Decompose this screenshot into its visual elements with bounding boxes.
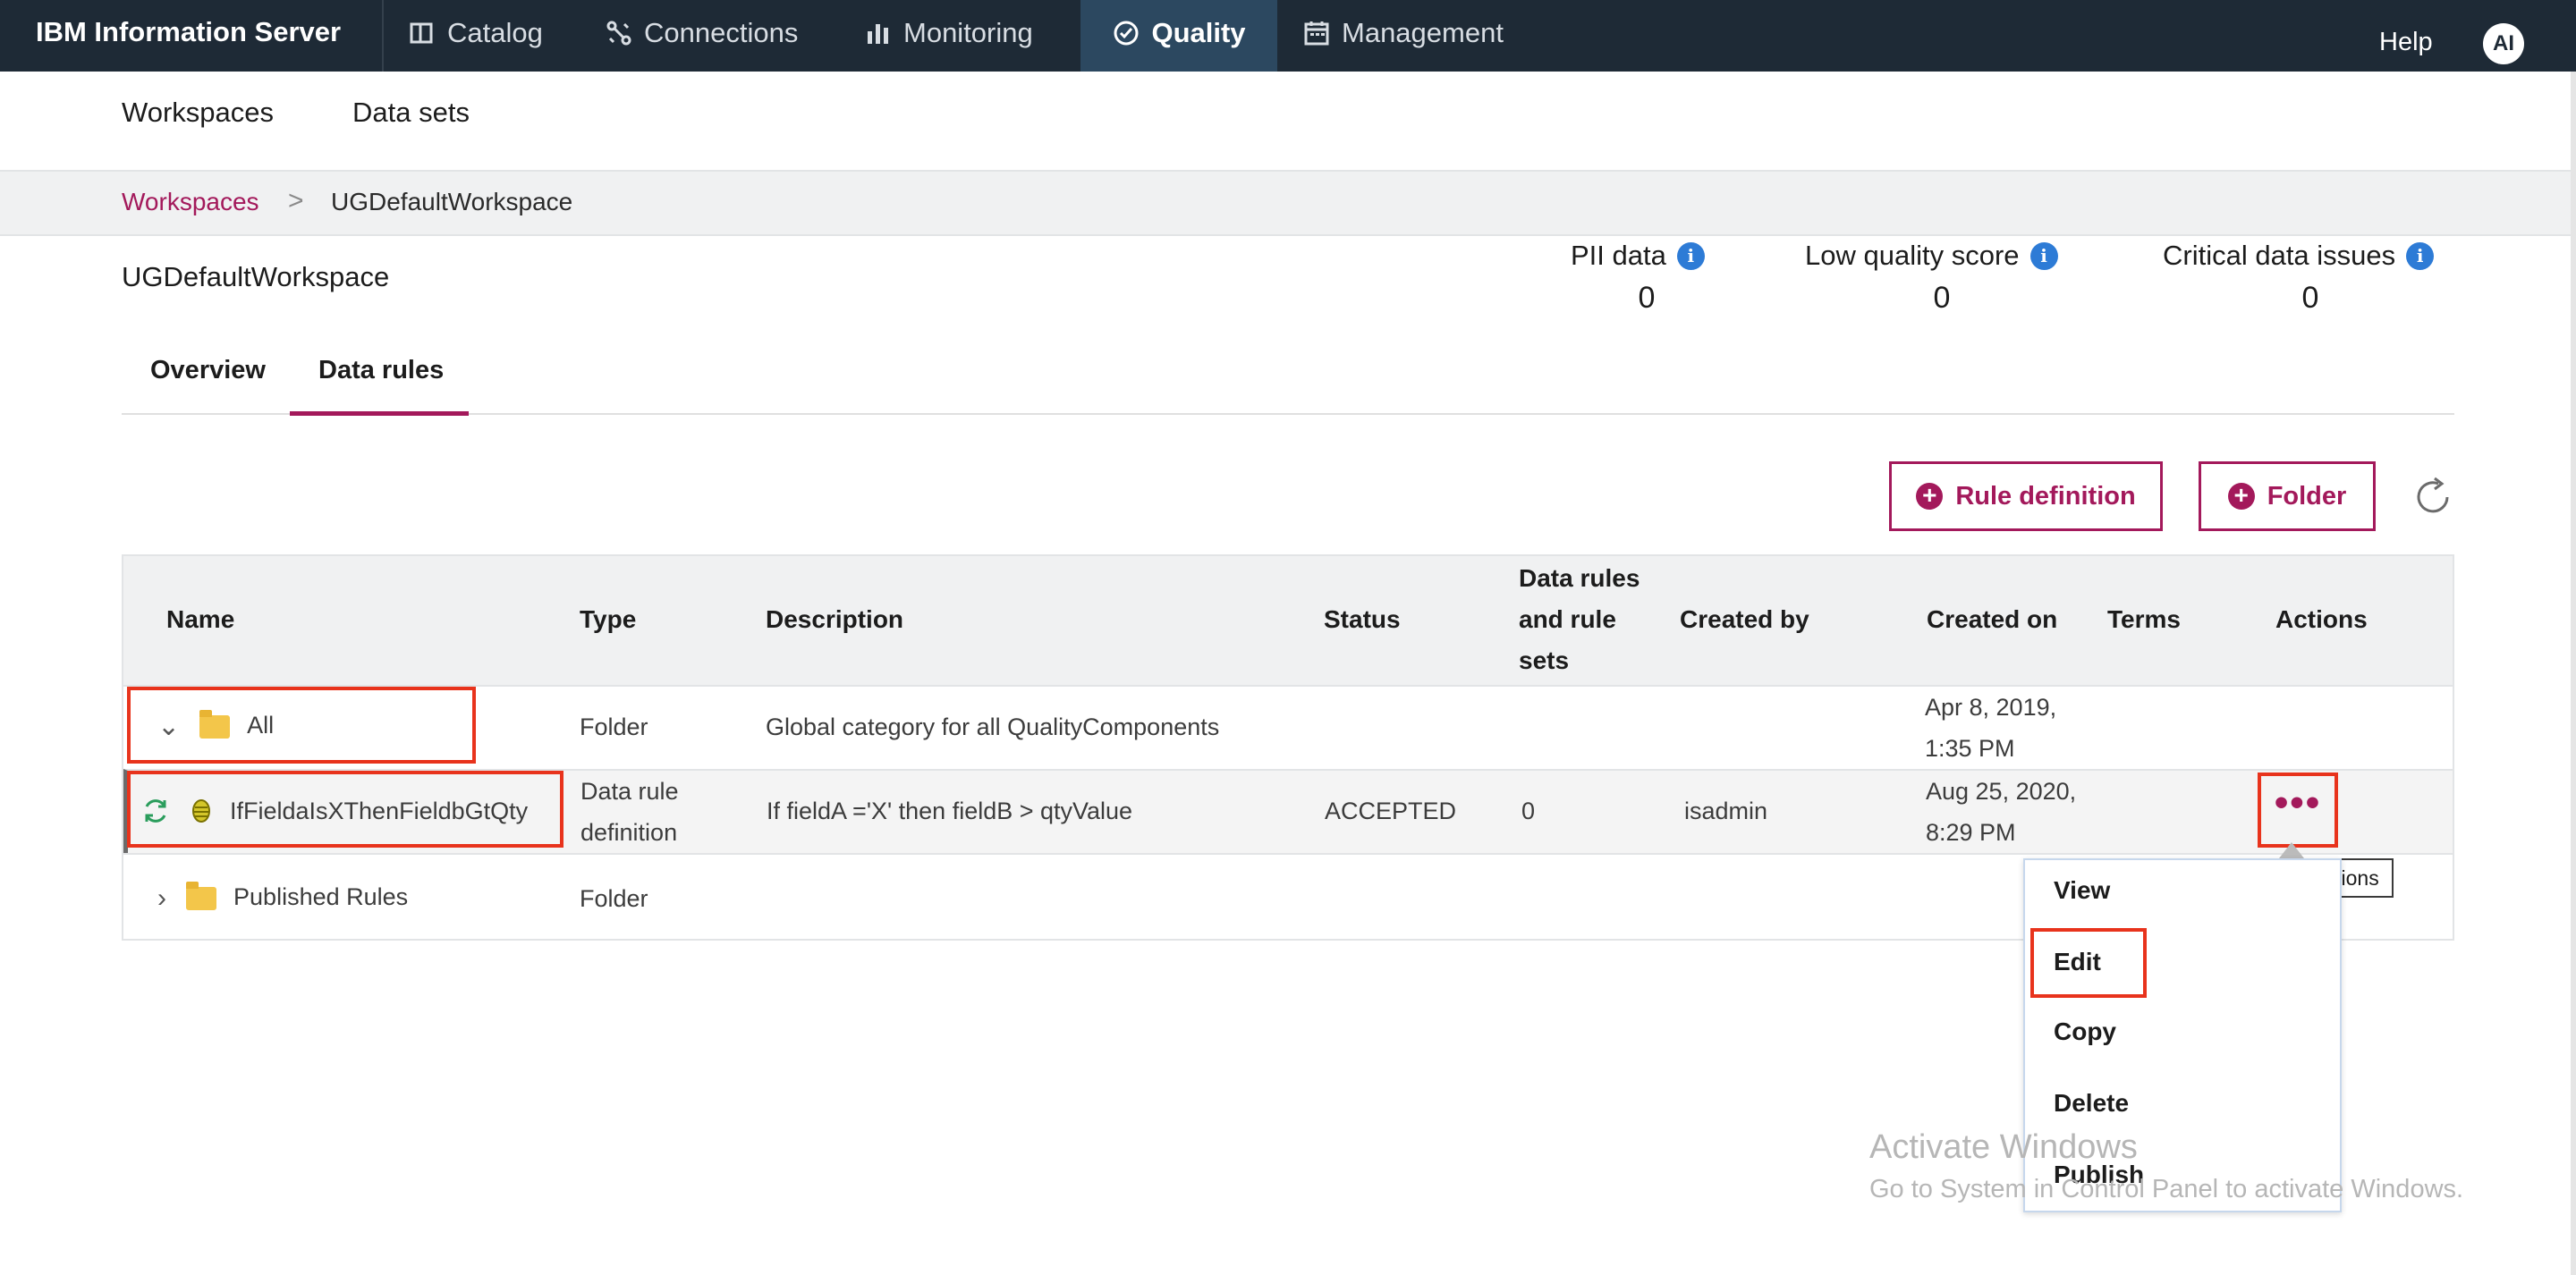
breadcrumb-current: UGDefaultWorkspace	[331, 188, 573, 215]
menu-item-delete[interactable]: Delete	[2054, 1089, 2129, 1118]
row-created-on-date: Aug 25, 2020,	[1926, 778, 2077, 805]
top-navigation-bar: IBM Information Server Catalog Connectio…	[0, 0, 2576, 72]
user-avatar[interactable]: AI	[2483, 23, 2524, 64]
product-name[interactable]: IBM Information Server	[36, 0, 341, 72]
help-link[interactable]: Help	[2379, 0, 2433, 72]
calendar-icon	[1304, 21, 1329, 46]
activate-windows-text: Go to System in Control Panel to activat…	[1869, 1175, 2464, 1203]
menu-item-copy[interactable]: Copy	[2054, 1017, 2116, 1046]
row-name: Published Rules	[233, 883, 409, 910]
folder-icon	[185, 881, 216, 910]
nav-connections-label: Connections	[644, 17, 799, 48]
tabs-divider	[122, 413, 2454, 415]
row-created-on-date: Apr 8, 2019,	[1925, 694, 2057, 721]
nav-management-label: Management	[1342, 17, 1504, 48]
nav-quality[interactable]: Quality	[1080, 0, 1277, 72]
column-description[interactable]: Description	[766, 599, 903, 640]
row-created-by: isadmin	[1684, 798, 1768, 824]
row-count: 0	[1521, 798, 1536, 824]
check-circle-icon	[1114, 21, 1139, 46]
stat-critical-label: Critical data issues	[2163, 240, 2396, 271]
row-type: Folder	[580, 713, 648, 740]
brand-divider	[382, 0, 384, 72]
breadcrumb-workspaces-link[interactable]: Workspaces	[122, 188, 259, 216]
add-rule-definition-button[interactable]: + Rule definition	[1889, 461, 2163, 531]
info-icon[interactable]: i	[1676, 241, 1705, 270]
highlight-rule-row	[127, 771, 564, 848]
nav-monitoring[interactable]: Monitoring	[864, 0, 1033, 72]
row-name-cell: › Published Rules	[157, 876, 408, 919]
row-description: Global category for all QualityComponent…	[766, 713, 1220, 740]
table-header: Name Type Description Status Data rules …	[123, 556, 2453, 685]
add-folder-label: Folder	[2267, 481, 2347, 511]
active-tab-indicator	[290, 411, 469, 416]
nav-connections[interactable]: Connections	[605, 0, 798, 72]
info-icon[interactable]: i	[2406, 241, 2435, 270]
row-type-line1: Data rule	[580, 778, 679, 805]
tab-data-rules[interactable]: Data rules	[318, 356, 444, 385]
highlight-all-folder	[127, 687, 476, 764]
column-terms[interactable]: Terms	[2107, 599, 2181, 640]
book-icon	[410, 22, 433, 44]
column-type[interactable]: Type	[580, 599, 636, 640]
bar-chart-icon	[868, 24, 888, 44]
column-data-rules-line2[interactable]: and rule	[1519, 599, 1616, 640]
subnav-datasets[interactable]: Data sets	[352, 97, 470, 129]
column-actions: Actions	[2275, 605, 2368, 633]
subnav-workspaces[interactable]: Workspaces	[122, 97, 274, 129]
connections-icon	[606, 21, 631, 46]
scrollbar-track[interactable]	[2571, 72, 2576, 1275]
page-title: UGDefaultWorkspace	[122, 261, 390, 292]
nav-catalog[interactable]: Catalog	[408, 0, 543, 72]
stat-pii-label: PII data	[1571, 240, 1666, 271]
row-type-line2: definition	[580, 819, 678, 846]
column-data-rules-line3[interactable]: sets	[1519, 640, 1569, 681]
add-rule-definition-label: Rule definition	[1955, 481, 2136, 511]
column-name[interactable]: Name	[166, 599, 234, 640]
refresh-icon[interactable]	[2408, 472, 2458, 522]
stat-low-quality: Low quality score i 0	[1805, 240, 2079, 316]
info-icon[interactable]: i	[2029, 241, 2058, 270]
stat-low-quality-label: Low quality score	[1805, 240, 2020, 271]
actions-overflow-button[interactable]: •••	[2258, 773, 2338, 848]
column-created-by[interactable]: Created by	[1680, 599, 1809, 640]
chevron-right-icon[interactable]: ›	[157, 878, 166, 919]
add-folder-button[interactable]: + Folder	[2199, 461, 2376, 531]
column-created-on[interactable]: Created on	[1927, 599, 2057, 640]
nav-monitoring-label: Monitoring	[903, 17, 1033, 48]
nav-quality-label: Quality	[1151, 17, 1246, 48]
column-data-rules-line1[interactable]: Data rules	[1519, 558, 1640, 599]
chevron-right-icon: >	[288, 186, 304, 215]
plus-circle-icon: +	[2227, 483, 2255, 510]
highlight-edit	[2030, 928, 2147, 998]
row-type: Folder	[580, 885, 648, 912]
row-status: ACCEPTED	[1325, 798, 1457, 824]
tooltip-arrow	[2279, 842, 2304, 858]
nav-management[interactable]: Management	[1302, 0, 1504, 72]
column-status[interactable]: Status	[1324, 599, 1401, 640]
tab-overview[interactable]: Overview	[150, 356, 266, 385]
stat-critical-value: 0	[2301, 281, 2319, 315]
stat-pii: PII data i 0	[1571, 240, 1723, 316]
row-created-on-time: 8:29 PM	[1926, 819, 2016, 846]
stat-low-quality-value: 0	[1933, 281, 1951, 315]
menu-item-view[interactable]: View	[2054, 876, 2110, 905]
nav-catalog-label: Catalog	[447, 17, 543, 48]
row-description: If fieldA ='X' then fieldB > qtyValue	[767, 798, 1133, 824]
row-created-on-time: 1:35 PM	[1925, 735, 2015, 762]
stat-pii-value: 0	[1638, 281, 1656, 315]
activate-windows-title: Activate Windows	[1869, 1128, 2138, 1166]
breadcrumb: Workspaces > UGDefaultWorkspace	[0, 170, 2571, 236]
plus-circle-icon: +	[1916, 483, 1944, 510]
stat-critical: Critical data issues i 0	[2163, 240, 2458, 316]
